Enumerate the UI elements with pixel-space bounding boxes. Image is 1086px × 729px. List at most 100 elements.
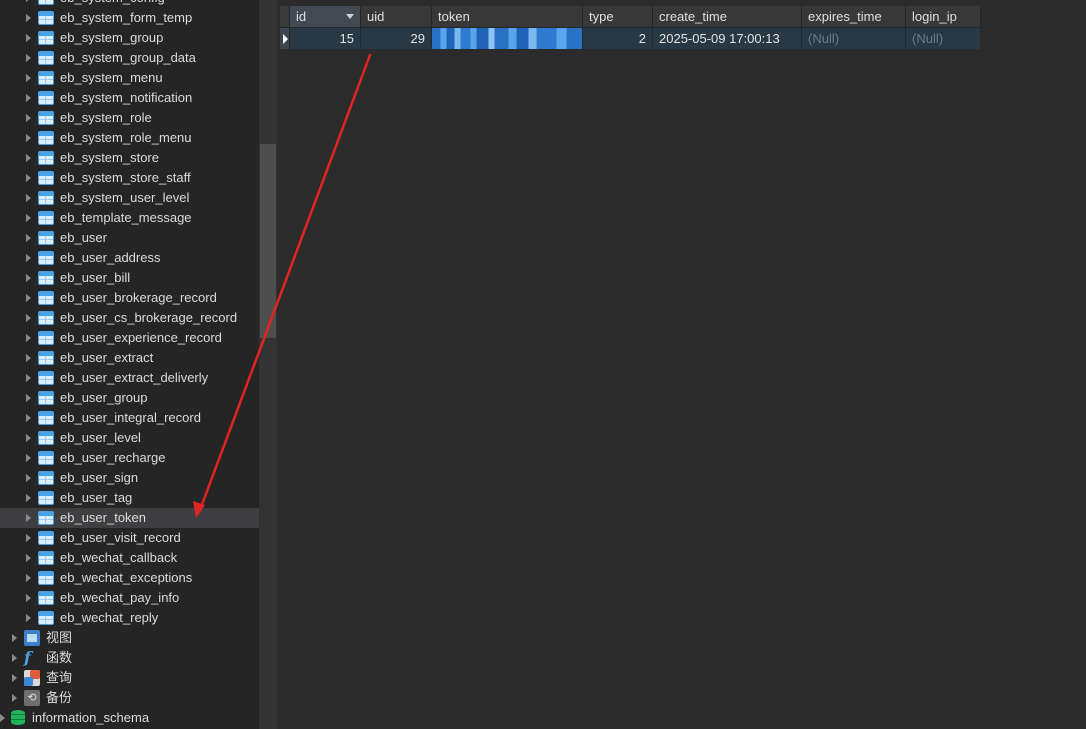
table-item[interactable]: eb_user_token — [0, 508, 259, 528]
table-item[interactable]: eb_user — [0, 228, 259, 248]
table-item[interactable]: eb_template_message — [0, 208, 259, 228]
expand-arrow-icon[interactable] — [26, 74, 31, 82]
expand-arrow-icon[interactable] — [12, 654, 17, 662]
expand-arrow-icon[interactable] — [26, 54, 31, 62]
table-item[interactable]: eb_user_bill — [0, 268, 259, 288]
expand-arrow-icon[interactable] — [26, 414, 31, 422]
cell-type[interactable]: 2 — [582, 27, 653, 49]
table-item[interactable]: eb_user_level — [0, 428, 259, 448]
database-item[interactable]: information_schema — [0, 708, 259, 728]
table-item[interactable]: eb_user_visit_record — [0, 528, 259, 548]
expand-arrow-icon[interactable] — [26, 454, 31, 462]
expand-arrow-icon[interactable] — [26, 354, 31, 362]
table-item[interactable]: eb_system_store_staff — [0, 168, 259, 188]
expand-arrow-icon[interactable] — [26, 154, 31, 162]
expand-arrow-icon[interactable] — [26, 494, 31, 502]
tree-group-queries[interactable]: 查询 — [0, 668, 259, 688]
table-item[interactable]: eb_system_group — [0, 28, 259, 48]
table-item[interactable]: eb_user_integral_record — [0, 408, 259, 428]
expand-arrow-icon[interactable] — [26, 374, 31, 382]
cell-create-time[interactable]: 2025-05-09 17:00:13 — [652, 27, 802, 49]
result-table: id uid token type create_time expires_ti… — [280, 6, 981, 49]
table-icon — [38, 311, 54, 325]
cell-expires-time[interactable]: (Null) — [801, 27, 906, 49]
functions-icon: f — [24, 648, 31, 667]
table-item[interactable]: eb_system_group_data — [0, 48, 259, 68]
table-item[interactable]: eb_user_experience_record — [0, 328, 259, 348]
tree-group-label: 函数 — [46, 650, 73, 665]
expand-arrow-icon[interactable] — [26, 294, 31, 302]
expand-arrow-icon[interactable] — [26, 314, 31, 322]
table-item[interactable]: eb_system_menu — [0, 68, 259, 88]
table-item[interactable]: eb_wechat_pay_info — [0, 588, 259, 608]
table-item[interactable]: eb_system_store — [0, 148, 259, 168]
data-grid: id uid token type create_time expires_ti… — [280, 6, 981, 49]
expand-arrow-icon[interactable] — [26, 14, 31, 22]
table-item[interactable]: eb_wechat_reply — [0, 608, 259, 628]
table-item[interactable]: eb_user_tag — [0, 488, 259, 508]
expand-arrow-icon[interactable] — [26, 174, 31, 182]
table-item[interactable]: eb_system_role_menu — [0, 128, 259, 148]
column-header-id[interactable]: id — [289, 6, 361, 28]
expand-arrow-icon[interactable] — [26, 94, 31, 102]
table-item[interactable]: eb_wechat_exceptions — [0, 568, 259, 588]
expand-arrow-icon[interactable] — [12, 674, 17, 682]
column-header-login-ip[interactable]: login_ip — [905, 6, 981, 28]
expand-arrow-icon[interactable] — [26, 254, 31, 262]
cell-token-redacted[interactable] — [431, 27, 583, 49]
expand-arrow-icon[interactable] — [0, 714, 5, 722]
table-item[interactable]: eb_system_role — [0, 108, 259, 128]
column-header-token[interactable]: token — [431, 6, 583, 28]
column-header-type[interactable]: type — [582, 6, 653, 28]
table-item[interactable]: eb_user_cs_brokerage_record — [0, 308, 259, 328]
tree-group-functions[interactable]: f 函数 — [0, 648, 259, 668]
expand-arrow-icon[interactable] — [26, 234, 31, 242]
expand-arrow-icon[interactable] — [26, 594, 31, 602]
table-icon — [38, 0, 54, 5]
table-item[interactable]: eb_system_user_level — [0, 188, 259, 208]
table-name: eb_user_token — [60, 510, 147, 525]
expand-arrow-icon[interactable] — [26, 114, 31, 122]
column-header-expires-time[interactable]: expires_time — [801, 6, 906, 28]
cell-uid[interactable]: 29 — [360, 27, 432, 49]
table-item[interactable]: eb_user_brokerage_record — [0, 288, 259, 308]
column-header-create-time[interactable]: create_time — [652, 6, 802, 28]
expand-arrow-icon[interactable] — [26, 214, 31, 222]
expand-arrow-icon[interactable] — [26, 574, 31, 582]
expand-arrow-icon[interactable] — [26, 274, 31, 282]
table-item[interactable]: eb_wechat_callback — [0, 548, 259, 568]
expand-arrow-icon[interactable] — [26, 554, 31, 562]
column-header-uid[interactable]: uid — [360, 6, 432, 28]
expand-arrow-icon[interactable] — [26, 534, 31, 542]
table-item[interactable]: eb_user_address — [0, 248, 259, 268]
table-item[interactable]: eb_user_extract — [0, 348, 259, 368]
expand-arrow-icon[interactable] — [26, 194, 31, 202]
cell-id[interactable]: 15 — [289, 27, 361, 49]
expand-arrow-icon[interactable] — [26, 514, 31, 522]
expand-arrow-icon[interactable] — [12, 634, 17, 642]
sidebar-scrollbar-thumb[interactable] — [260, 144, 276, 338]
table-item[interactable]: eb_system_config — [0, 0, 259, 8]
table-item[interactable]: eb_system_form_temp — [0, 8, 259, 28]
expand-arrow-icon[interactable] — [26, 334, 31, 342]
expand-arrow-icon[interactable] — [26, 134, 31, 142]
expand-arrow-icon[interactable] — [26, 0, 31, 2]
expand-arrow-icon[interactable] — [26, 434, 31, 442]
table-row[interactable]: 15 29 2 2025-05-09 17:00:13 (Null) (Null… — [280, 27, 981, 49]
expand-arrow-icon[interactable] — [26, 394, 31, 402]
cell-login-ip[interactable]: (Null) — [905, 27, 981, 49]
table-item[interactable]: eb_user_group — [0, 388, 259, 408]
expand-arrow-icon[interactable] — [26, 614, 31, 622]
table-item[interactable]: eb_system_notification — [0, 88, 259, 108]
expand-arrow-icon[interactable] — [26, 474, 31, 482]
expand-arrow-icon[interactable] — [12, 694, 17, 702]
table-item[interactable]: eb_user_extract_deliverly — [0, 368, 259, 388]
table-item[interactable]: eb_user_sign — [0, 468, 259, 488]
expand-arrow-icon[interactable] — [26, 34, 31, 42]
tree-group-views[interactable]: 视图 — [0, 628, 259, 648]
sidebar-scrollbar[interactable] — [259, 0, 277, 729]
table-item[interactable]: eb_user_recharge — [0, 448, 259, 468]
table-name: eb_system_group — [60, 30, 164, 45]
tree-group-backups[interactable]: ⟲ 备份 — [0, 688, 259, 708]
row-pointer-icon[interactable] — [280, 27, 290, 49]
